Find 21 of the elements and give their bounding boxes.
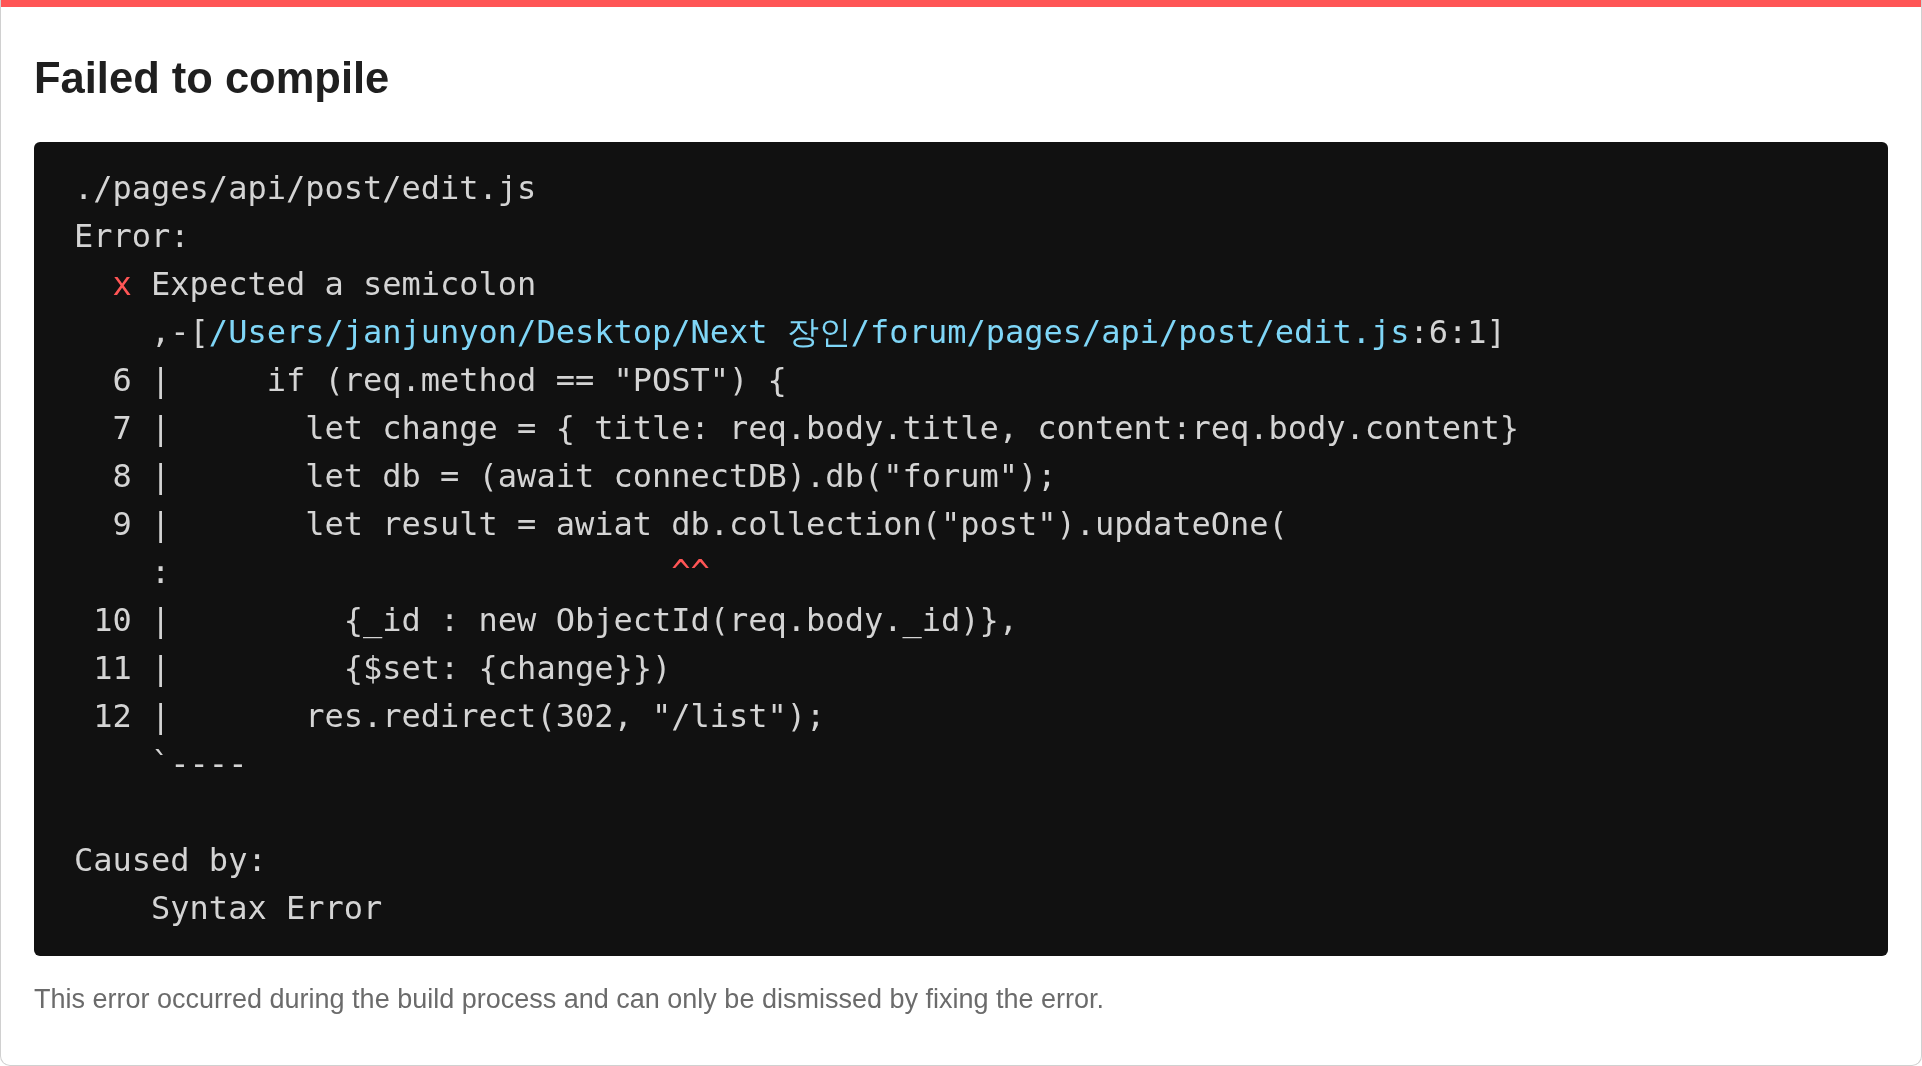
error-marker: ^^	[671, 553, 710, 591]
code-text: `----	[150, 745, 248, 783]
code-text: 12 | res.redirect(302, "/list");	[92, 697, 826, 735]
page-title: Failed to compile	[34, 54, 391, 102]
code-text: Caused by:	[74, 841, 267, 879]
file-path-link[interactable]: /Users/janjunyon/Desktop/Next 장인/forum/pages/api/post/edit.js	[208, 313, 1410, 351]
code-text: ./pages/api/post/edit.js	[74, 169, 537, 207]
code-text: ,-[	[150, 313, 209, 351]
code-text: 10 | {_id : new ObjectId(req.body._id)},	[92, 601, 1018, 639]
code-text: :6:1]	[1409, 313, 1506, 351]
footer-note: This error occurred during the build process and can only be dismissed by fixing the error.	[34, 984, 1106, 1015]
code-text: Expected a semicolon	[150, 265, 537, 303]
code-text: Error:	[74, 217, 190, 255]
code-text: 9 | let result = awiat db.collection("post").updateOne(	[111, 505, 1288, 543]
code-text: Syntax Error	[150, 889, 383, 927]
code-text: 7 | let change = { title: req.body.title, content:req.body.content}	[111, 409, 1519, 447]
code-text: 6 | if (req.method == "POST") {	[111, 361, 787, 399]
code-text: 8 | let db = (await connectDB).db("forum");	[111, 457, 1057, 495]
code-text: :	[150, 553, 172, 591]
error-marker: x	[112, 265, 132, 303]
code-text: 11 | {$set: {change}})	[92, 649, 672, 687]
